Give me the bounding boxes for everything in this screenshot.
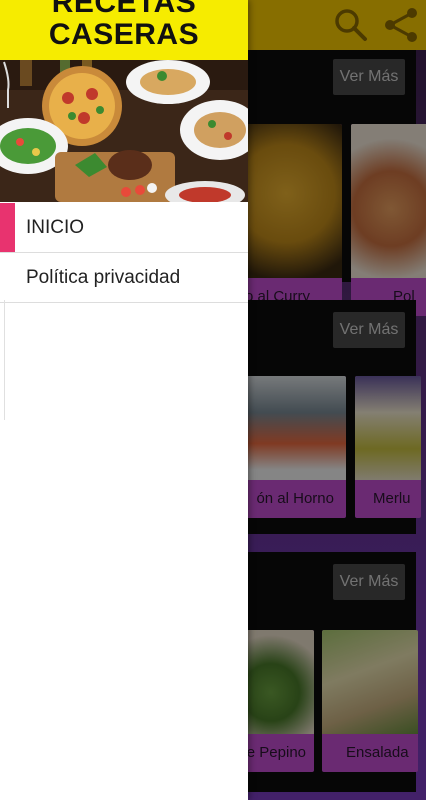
app-title-line2: CASERAS: [48, 18, 200, 51]
active-indicator: [0, 203, 15, 253]
drawer-header: RECETAS CASERAS: [0, 0, 248, 60]
food-spread-illustration: [0, 60, 248, 202]
menu-item-privacy-policy[interactable]: Política privacidad: [0, 253, 248, 303]
menu-item-inicio[interactable]: INICIO: [0, 203, 248, 253]
header-food-image: [0, 60, 248, 202]
menu-item-label: Política privacidad: [26, 267, 181, 288]
divider: [0, 302, 248, 303]
navigation-drawer: RECETAS CASERAS INICIO Política privacid…: [0, 0, 248, 800]
menu-item-label: INICIO: [26, 217, 85, 238]
app-title-line1: RECETAS: [51, 0, 197, 19]
drawer-edge-line: [0, 300, 5, 420]
